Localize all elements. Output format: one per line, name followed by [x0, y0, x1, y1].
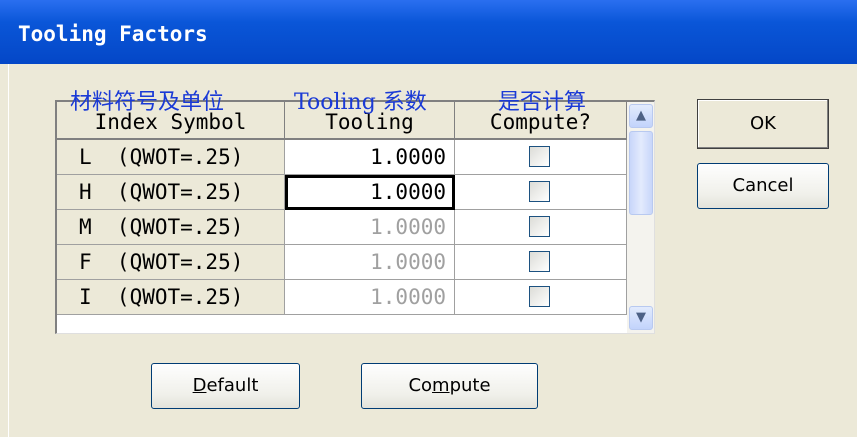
default-button-mnemonic: D: [192, 375, 207, 396]
vertical-scrollbar[interactable]: ▲ ▼: [627, 102, 654, 333]
default-button-label-post: efault: [206, 375, 259, 396]
compute-checkbox[interactable]: [529, 181, 550, 202]
window-title: Tooling Factors: [18, 22, 208, 46]
tooling-value-cell-focused[interactable]: 1.0000: [285, 175, 455, 210]
compute-button-label-post: pute: [449, 375, 491, 396]
compute-checkbox[interactable]: [529, 251, 550, 272]
table-row: F (QWOT=.25) 1.0000: [57, 245, 627, 280]
chevron-up-icon[interactable]: ▲: [629, 104, 653, 128]
compute-button[interactable]: Compute: [361, 363, 538, 409]
title-bar[interactable]: Tooling Factors: [0, 0, 857, 64]
table-row: H (QWOT=.25) 1.0000: [57, 175, 627, 210]
index-symbol-cell: L (QWOT=.25): [57, 140, 285, 175]
annotation-index-symbol: 材料符号及单位: [70, 90, 225, 115]
compute-cell: [455, 280, 627, 315]
compute-cell: [455, 175, 627, 210]
compute-checkbox[interactable]: [529, 286, 550, 307]
annotation-tooling: Tooling 系数: [294, 90, 427, 115]
table-row: L (QWOT=.25) 1.0000: [57, 140, 627, 175]
compute-checkbox[interactable]: [529, 146, 550, 167]
index-symbol-cell: I (QWOT=.25): [57, 280, 285, 315]
compute-button-label-pre: Co: [408, 375, 433, 396]
table-row: I (QWOT=.25) 1.0000: [57, 280, 627, 315]
tooling-value-cell[interactable]: 1.0000: [285, 245, 455, 280]
compute-cell: [455, 210, 627, 245]
index-symbol-cell: H (QWOT=.25): [57, 175, 285, 210]
tooling-grid[interactable]: Index Symbol Tooling Compute? L (QWOT=.2…: [55, 100, 655, 334]
tooling-value-cell[interactable]: 1.0000: [285, 280, 455, 315]
scrollbar-thumb[interactable]: [629, 131, 653, 215]
ok-button[interactable]: OK: [697, 99, 829, 149]
default-button[interactable]: Default: [151, 363, 300, 409]
index-symbol-cell: F (QWOT=.25): [57, 245, 285, 280]
cancel-button[interactable]: Cancel: [697, 163, 829, 209]
compute-cell: [455, 140, 627, 175]
compute-button-mnemonic: m: [432, 375, 450, 396]
compute-cell: [455, 245, 627, 280]
index-symbol-cell: M (QWOT=.25): [57, 210, 285, 245]
compute-checkbox[interactable]: [529, 216, 550, 237]
annotation-compute: 是否计算: [498, 90, 587, 115]
tooling-value-cell[interactable]: 1.0000: [285, 210, 455, 245]
table-row: M (QWOT=.25) 1.0000: [57, 210, 627, 245]
tooling-value-cell[interactable]: 1.0000: [285, 140, 455, 175]
chevron-down-icon[interactable]: ▼: [629, 306, 653, 330]
